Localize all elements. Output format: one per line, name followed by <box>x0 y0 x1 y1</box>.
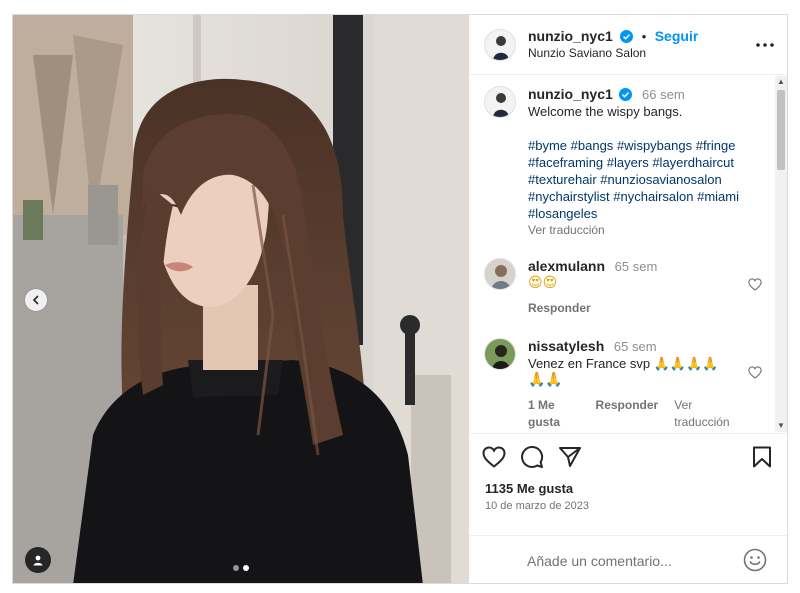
follow-button[interactable]: Seguir <box>655 28 699 44</box>
verified-badge-icon <box>620 29 634 43</box>
caption-translation-link[interactable]: Ver traducción <box>528 222 739 239</box>
post-dialog: nunzio_nyc1 • Seguir Nunzio Saviano Salo… <box>12 14 788 584</box>
comment-icon <box>521 446 544 468</box>
carousel-dot-active <box>243 565 249 571</box>
separator: • <box>641 28 647 44</box>
avatar-image <box>485 29 515 60</box>
comment-username[interactable]: nissatylesh <box>528 338 604 354</box>
save-button[interactable] <box>749 444 775 470</box>
likes-count[interactable]: 1135 Me gusta <box>485 481 573 496</box>
commenter-avatar[interactable] <box>484 338 516 370</box>
hashtag-link[interactable]: #nychairsalon <box>613 189 693 204</box>
post-date[interactable]: 10 de marzo de 2023 <box>485 500 589 512</box>
reply-button[interactable]: Responder <box>528 300 591 317</box>
carousel-dot <box>233 565 239 571</box>
post-actions <box>469 433 787 473</box>
hashtag-link[interactable]: #miami <box>697 189 739 204</box>
hashtag-link[interactable]: #losangeles <box>528 206 597 221</box>
post-header: nunzio_nyc1 • Seguir Nunzio Saviano Salo… <box>469 15 787 75</box>
author-avatar[interactable] <box>484 28 516 61</box>
comment-text-continued: 🙏🙏 <box>528 372 563 388</box>
hashtag-link[interactable]: #fringe <box>696 138 736 153</box>
scroll-thumb[interactable] <box>777 90 785 170</box>
comment-time[interactable]: 65 sem <box>615 259 658 274</box>
smiley-icon[interactable] <box>743 548 767 572</box>
author-subtitle[interactable]: Nunzio Saviano Salon <box>528 45 698 62</box>
bookmark-icon <box>753 446 771 468</box>
add-comment-bar <box>469 535 787 583</box>
reply-button[interactable]: Responder <box>596 397 659 431</box>
carousel-prev-button[interactable] <box>25 289 47 311</box>
hashtag-link[interactable]: #layerdhaircut <box>652 155 734 170</box>
comment-text: 😍😍 <box>528 275 558 291</box>
comment-time[interactable]: 65 sem <box>614 339 657 354</box>
comment-like-icon[interactable] <box>748 278 762 291</box>
caption-time[interactable]: 66 sem <box>642 87 685 102</box>
verified-badge-icon <box>619 88 633 101</box>
post-photo <box>13 15 469 583</box>
caption-avatar[interactable] <box>484 86 516 118</box>
caption-username[interactable]: nunzio_nyc1 <box>528 86 613 102</box>
scroll-down-arrow[interactable]: ▼ <box>777 422 785 430</box>
carousel-indicator <box>13 565 469 571</box>
scroll-up-arrow[interactable]: ▲ <box>777 78 785 86</box>
hashtag-link[interactable]: #bangs <box>571 138 614 153</box>
paper-plane-icon <box>559 447 581 467</box>
caption-text: Welcome the wispy bangs. <box>528 104 683 119</box>
hashtag-link[interactable]: #texturehair <box>528 172 597 187</box>
author-info: nunzio_nyc1 • Seguir Nunzio Saviano Salo… <box>528 28 698 62</box>
commenter-avatar[interactable] <box>484 258 516 290</box>
avatar-image <box>485 87 515 117</box>
caption-hashtags: #byme #bangs #wispybangs #fringe #facefr… <box>528 137 739 222</box>
comment-likes-count[interactable]: 1 Me gusta <box>528 397 580 431</box>
add-comment-input[interactable] <box>527 550 727 572</box>
comment-translation-link[interactable]: Ver traducción <box>674 397 738 431</box>
like-button[interactable] <box>481 444 507 470</box>
more-options-button[interactable] <box>755 35 775 55</box>
hashtag-link[interactable]: #nychairstylist <box>528 189 610 204</box>
comment-item: alexmulann 65 sem 😍😍 Responder <box>484 258 774 317</box>
hashtag-link[interactable]: #faceframing <box>528 155 603 170</box>
post-media[interactable] <box>13 15 469 583</box>
post-caption: nunzio_nyc1 66 sem Welcome the wispy ban… <box>484 86 769 239</box>
comment-button[interactable] <box>519 444 545 470</box>
hashtag-link[interactable]: #layers <box>607 155 649 170</box>
chevron-left-icon <box>32 295 39 305</box>
comment-text: Venez en France svp 🙏🙏🙏🙏 <box>528 356 719 371</box>
more-options-icon <box>756 43 774 47</box>
avatar-image <box>485 339 515 369</box>
post-side-panel: nunzio_nyc1 • Seguir Nunzio Saviano Salo… <box>469 15 787 583</box>
hashtag-link[interactable]: #wispybangs <box>617 138 692 153</box>
heart-icon <box>482 446 506 468</box>
avatar-image <box>485 259 515 289</box>
comments-list[interactable]: nunzio_nyc1 66 sem Welcome the wispy ban… <box>469 76 787 432</box>
comments-scrollbar[interactable]: ▲ ▼ <box>775 76 787 432</box>
hashtag-link[interactable]: #byme <box>528 138 567 153</box>
share-button[interactable] <box>557 444 583 470</box>
comment-username[interactable]: alexmulann <box>528 258 605 274</box>
comment-item: nissatylesh 65 sem Venez en France svp 🙏… <box>484 338 774 431</box>
hashtag-link[interactable]: #nunziosavianosalon <box>600 172 721 187</box>
author-username[interactable]: nunzio_nyc1 <box>528 28 613 44</box>
comment-like-icon[interactable] <box>748 366 762 379</box>
